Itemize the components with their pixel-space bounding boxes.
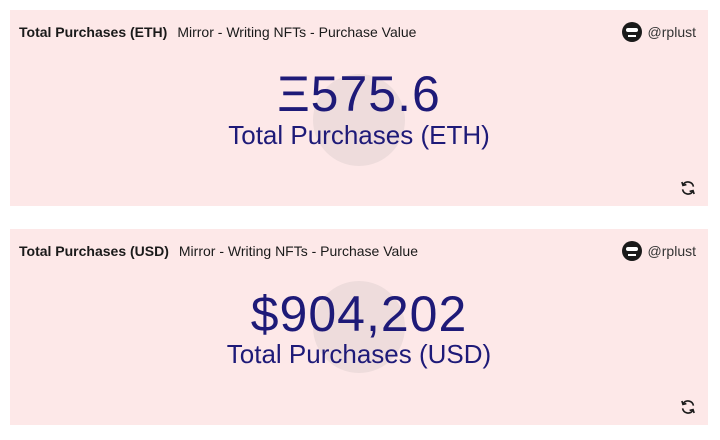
card-header: Total Purchases (ETH) Mirror - Writing N… (19, 22, 696, 42)
counter-value: Ξ575.6 (277, 66, 441, 122)
refresh-icon[interactable] (678, 178, 698, 198)
author-link[interactable]: @rplust (621, 241, 696, 261)
author-name: @rplust (647, 24, 696, 40)
counter-value: $904,202 (250, 286, 468, 342)
counter-label: Total Purchases (ETH) (228, 120, 490, 150)
total-purchases-usd-card: Total Purchases (USD) Mirror - Writing N… (10, 229, 708, 425)
refresh-icon[interactable] (678, 397, 698, 417)
card-title[interactable]: Total Purchases (ETH) (19, 24, 167, 40)
avatar-icon (621, 241, 642, 261)
total-purchases-eth-card: Total Purchases (ETH) Mirror - Writing N… (10, 10, 708, 206)
card-subtitle[interactable]: Mirror - Writing NFTs - Purchase Value (177, 24, 416, 40)
author-link[interactable]: @rplust (621, 22, 696, 42)
card-subtitle[interactable]: Mirror - Writing NFTs - Purchase Value (179, 243, 418, 259)
author-name: @rplust (647, 243, 696, 259)
card-title[interactable]: Total Purchases (USD) (19, 243, 169, 259)
avatar-icon (621, 22, 642, 42)
card-header: Total Purchases (USD) Mirror - Writing N… (19, 241, 696, 261)
counter-label: Total Purchases (USD) (226, 339, 492, 369)
